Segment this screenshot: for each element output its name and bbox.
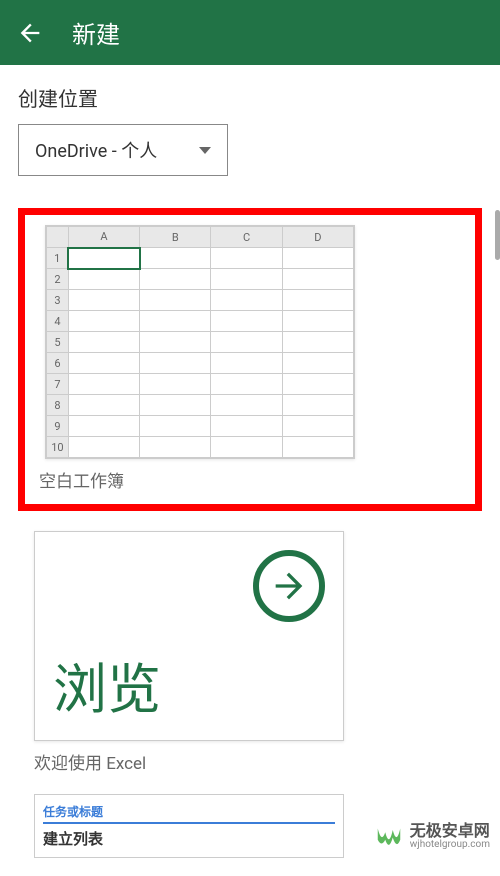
row-header: 7 [47,374,69,395]
list-establish-label: 建立列表 [43,822,335,849]
row-header: 9 [47,416,69,437]
watermark-logo-icon [374,821,404,851]
row-header: 3 [47,290,69,311]
col-header: A [68,227,139,248]
col-header: C [211,227,282,248]
template-welcome-excel[interactable]: 浏览 [34,531,344,741]
selected-cell [68,248,139,269]
chevron-down-icon [199,147,211,154]
template-browse-section: 浏览 欢迎使用 Excel [18,531,482,774]
template-blank-workbook[interactable]: A B C D 1 2 3 4 5 6 7 8 9 10 [45,225,355,459]
template-blank-highlight: A B C D 1 2 3 4 5 6 7 8 9 10 空白工作簿 [18,208,482,511]
row-header: 6 [47,353,69,374]
template-blank-label: 空白工作簿 [33,467,467,492]
dropdown-value: OneDrive - 个人 [35,137,157,163]
content-area: 创建位置 OneDrive - 个人 A B C D 1 2 3 4 5 6 7 [0,65,500,876]
row-header: 4 [47,311,69,332]
browse-text: 浏览 [53,645,161,724]
list-task-title: 任务或标题 [43,803,335,822]
watermark-en: wjhotelgroup.com [410,839,490,850]
grid-corner [47,227,69,248]
row-header: 8 [47,395,69,416]
arrow-right-circle-icon [253,550,325,622]
location-label: 创建位置 [18,83,482,112]
row-header: 1 [47,248,69,269]
col-header: B [140,227,211,248]
row-header: 10 [47,437,69,458]
template-welcome-label: 欢迎使用 Excel [34,749,466,774]
page-title: 新建 [72,15,120,50]
row-header: 2 [47,269,69,290]
scrollbar[interactable] [495,210,500,260]
col-header: D [282,227,353,248]
location-dropdown[interactable]: OneDrive - 个人 [18,124,228,176]
watermark-cn: 无极安卓网 [410,822,490,840]
app-header: 新建 [0,0,500,65]
back-icon[interactable] [16,19,44,47]
watermark: 无极安卓网 wjhotelgroup.com [374,821,490,851]
row-header: 5 [47,332,69,353]
template-build-list[interactable]: 任务或标题 建立列表 [34,794,344,858]
spreadsheet-grid: A B C D 1 2 3 4 5 6 7 8 9 10 [46,226,354,458]
